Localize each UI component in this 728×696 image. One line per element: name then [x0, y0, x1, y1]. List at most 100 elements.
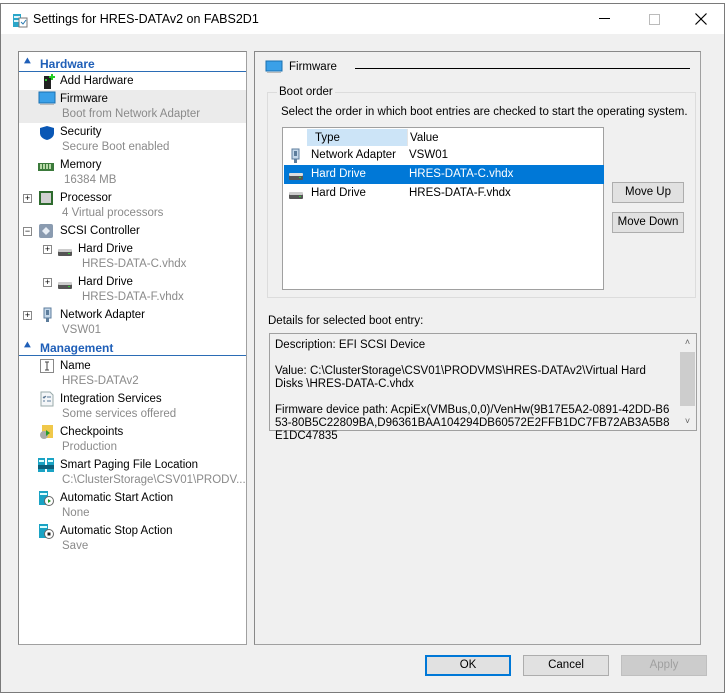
tree-item-sub: Save [62, 540, 89, 552]
tree-item-auto-stop[interactable]: Automatic Stop Action Save [19, 522, 246, 555]
tree-item-label: Memory [60, 159, 102, 171]
collapse-chevron-icon: ⯅ [23, 56, 32, 68]
tree-item-name[interactable]: Name HRES-DATAv2 [19, 357, 246, 390]
firmware-monitor-icon [265, 60, 283, 73]
hard-drive-icon [58, 249, 72, 256]
tree-item-label: Hard Drive [78, 243, 133, 255]
tree-item-label: Name [60, 360, 91, 372]
header-divider [355, 68, 690, 69]
tree-item-sub: 4 Virtual processors [62, 207, 164, 219]
scroll-thumb[interactable] [680, 352, 695, 406]
details-value: Value: C:\ClusterStorage\CSV01\PRODVMS\H… [275, 365, 646, 390]
vm-settings-icon [13, 14, 28, 28]
tree-item-scsi-controller[interactable]: − SCSI Controller [19, 222, 246, 240]
boot-order-group: Boot order Select the order in which boo… [267, 86, 696, 298]
tree-item-memory[interactable]: Memory 16384 MB [19, 156, 246, 189]
auto-start-icon [39, 491, 54, 506]
tree-item-sub: Secure Boot enabled [62, 141, 170, 153]
checkpoints-icon [40, 425, 53, 439]
tree-item-hard-drive-f[interactable]: + Hard Drive HRES-DATA-F.vhdx [19, 273, 246, 306]
expand-icon[interactable]: + [43, 245, 52, 254]
boot-order-label: Boot order [277, 86, 335, 98]
tree-item-label: Integration Services [60, 393, 162, 405]
scroll-down-icon[interactable]: ˅ [679, 413, 696, 430]
section-header-management[interactable]: ⯅ Management [19, 339, 246, 356]
ok-button[interactable]: OK [425, 655, 511, 676]
add-hardware-icon [44, 74, 55, 89]
smart-paging-icon [38, 458, 54, 472]
apply-button[interactable]: Apply [621, 655, 707, 676]
hard-drive-icon [289, 192, 303, 199]
tree-item-label: Smart Paging File Location [60, 459, 199, 471]
boot-entry-row[interactable]: Hard Drive HRES-DATA-F.vhdx [284, 184, 604, 203]
tree-item-label: Automatic Start Action [60, 492, 174, 504]
title-bar: Settings for HRES-DATAv2 on FABS2D1 [1, 4, 724, 34]
boot-entry-row[interactable]: Network Adapter VSW01 [284, 146, 604, 165]
auto-stop-icon [39, 524, 54, 539]
processor-icon [39, 191, 53, 205]
column-header-type[interactable]: Type [307, 129, 407, 146]
tree-item-sub: None [62, 507, 90, 519]
tree-item-auto-start[interactable]: Automatic Start Action None [19, 489, 246, 522]
tree-item-sub: HRES-DATA-F.vhdx [82, 291, 184, 303]
network-adapter-icon [291, 148, 300, 163]
hard-drive-icon [58, 282, 72, 289]
collapse-icon[interactable]: − [23, 227, 32, 236]
move-up-button[interactable]: Move Up [612, 182, 684, 203]
tree-item-label: Network Adapter [60, 309, 146, 321]
cancel-button[interactable]: Cancel [523, 655, 609, 676]
expand-icon[interactable]: + [43, 278, 52, 287]
hard-drive-icon [289, 173, 303, 180]
boot-entry-type: Network Adapter [311, 149, 397, 161]
tree-item-label: Automatic Stop Action [60, 525, 173, 537]
expand-icon[interactable]: + [23, 194, 32, 203]
boot-entry-details[interactable]: Description: EFI SCSI Device Value: C:\C… [269, 333, 697, 442]
details-scrollbar[interactable]: ˄ ˅ [679, 334, 696, 430]
boot-order-description: Select the order in which boot entries a… [281, 106, 688, 118]
details-device-path: Firmware device path: AcpiEx(VMBus,0,0)/… [275, 404, 670, 442]
tree-item-hard-drive-c[interactable]: + Hard Drive HRES-DATA-C.vhdx [19, 240, 246, 273]
column-header-value[interactable]: Value [407, 129, 597, 146]
tree-item-checkpoints[interactable]: Checkpoints Production [19, 423, 246, 456]
collapse-chevron-icon: ⯅ [23, 340, 32, 352]
firmware-header-label: Firmware [289, 61, 337, 73]
tree-item-add-hardware[interactable]: Add Hardware [19, 72, 246, 90]
move-down-button[interactable]: Move Down [612, 212, 684, 233]
details-label: Details for selected boot entry: [268, 315, 424, 327]
tree-item-label: Checkpoints [60, 426, 124, 438]
tree-item-sub: Boot from Network Adapter [62, 108, 201, 120]
boot-order-list[interactable]: Type Value Network Adapter VSW01 Hard Dr… [282, 127, 604, 290]
boot-entry-value: HRES-DATA-F.vhdx [409, 187, 511, 199]
tree-item-firmware[interactable]: Firmware Boot from Network Adapter [19, 90, 246, 123]
window-title: Settings for HRES-DATAv2 on FABS2D1 [33, 12, 259, 26]
section-header-hardware[interactable]: ⯅ Hardware [19, 55, 246, 72]
tree-item-smart-paging[interactable]: Smart Paging File Location C:\ClusterSto… [19, 456, 246, 489]
tree-item-integration-services[interactable]: Integration Services Some services offer… [19, 390, 246, 423]
tree-item-label: Processor [60, 192, 112, 204]
boot-entry-value: VSW01 [409, 149, 448, 161]
boot-entry-row-selected[interactable]: Hard Drive HRES-DATA-C.vhdx [284, 165, 604, 184]
tree-item-label: Security [60, 126, 102, 138]
shield-icon [40, 126, 54, 140]
tree-item-sub: C:\ClusterStorage\CSV01\PRODV... [62, 474, 246, 486]
firmware-panel: Firmware Boot order Select the order in … [254, 51, 701, 645]
minimize-button[interactable] [581, 4, 627, 34]
tree-item-sub: Some services offered [62, 408, 177, 420]
close-button[interactable] [678, 4, 724, 34]
tree-item-label: Add Hardware [60, 75, 134, 87]
settings-tree: ⯅ Hardware Add Hardware Firmware Boot fr… [18, 51, 247, 645]
name-icon [40, 359, 54, 373]
scroll-up-icon[interactable]: ˄ [679, 334, 696, 351]
tree-item-sub: VSW01 [62, 324, 101, 336]
tree-item-sub: HRES-DATA-C.vhdx [82, 258, 187, 270]
tree-item-sub: HRES-DATAv2 [62, 375, 139, 387]
details-text: Description: EFI SCSI Device Value: C:\C… [275, 339, 675, 456]
tree-item-label: Firmware [60, 93, 108, 105]
tree-item-security[interactable]: Security Secure Boot enabled [19, 123, 246, 156]
maximize-button[interactable] [631, 4, 677, 34]
tree-item-sub: 16384 MB [64, 174, 117, 186]
minimize-icon [598, 18, 610, 19]
tree-item-processor[interactable]: + Processor 4 Virtual processors [19, 189, 246, 222]
tree-item-network-adapter[interactable]: + Network Adapter VSW01 [19, 306, 246, 339]
expand-icon[interactable]: + [23, 311, 32, 320]
